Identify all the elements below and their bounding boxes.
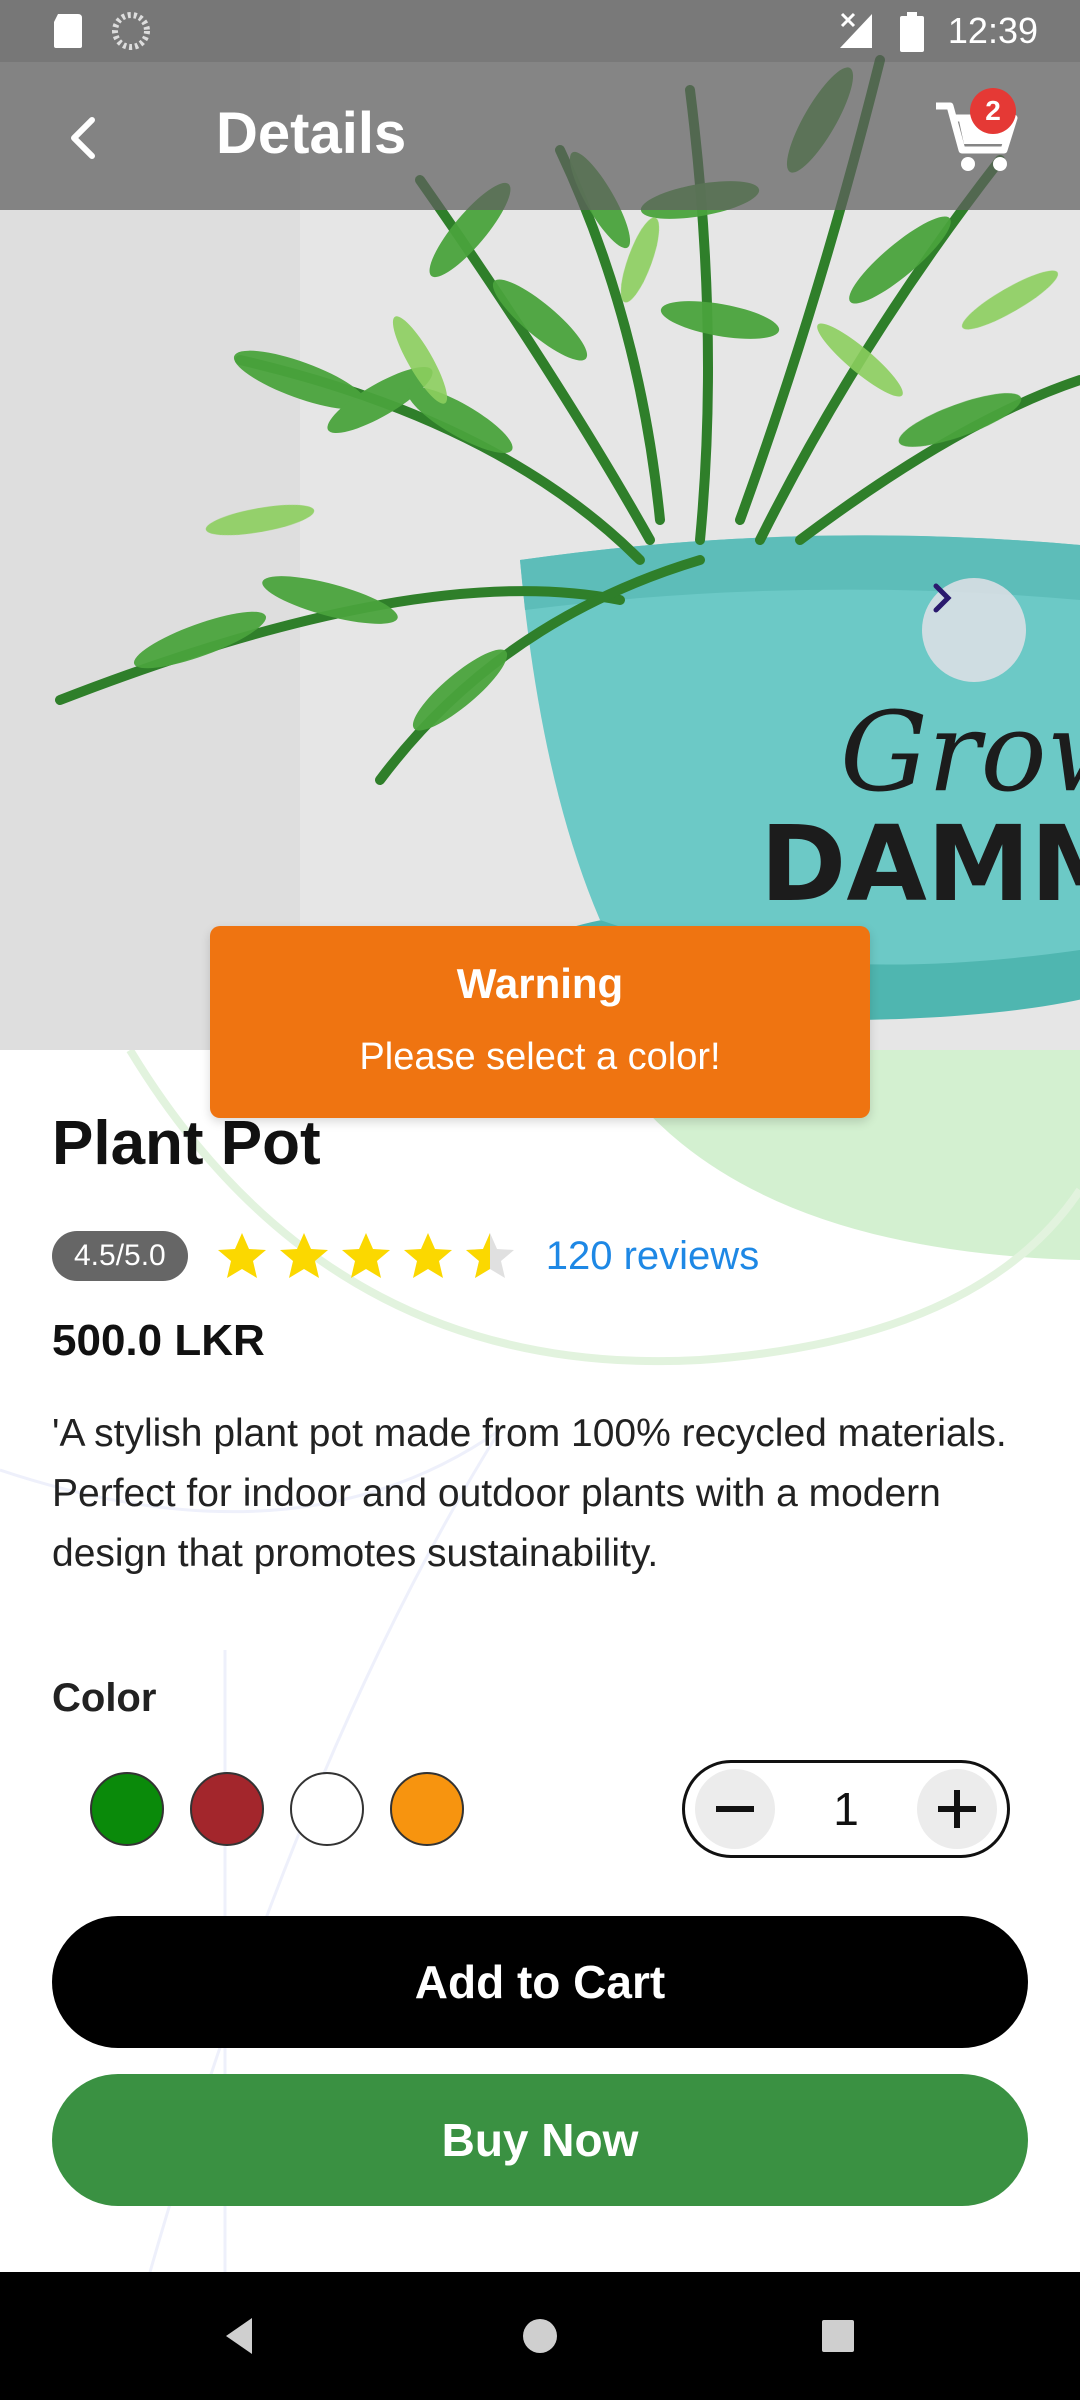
svg-text:Grow: Grow xyxy=(840,688,1080,816)
increase-quantity-button[interactable] xyxy=(917,1769,997,1849)
chevron-right-icon xyxy=(933,583,952,613)
status-time: 12:39 xyxy=(947,10,1038,51)
next-image-button[interactable] xyxy=(922,578,1026,682)
plus-icon xyxy=(938,1790,976,1828)
toast-title: Warning xyxy=(456,960,624,1007)
chevron-left-icon xyxy=(71,117,95,159)
minus-icon xyxy=(716,1806,754,1812)
status-bar: 12:39 xyxy=(0,0,1080,62)
color-swatches xyxy=(90,1772,464,1846)
star-full-icon xyxy=(403,1233,452,1278)
home-circle-icon[interactable] xyxy=(514,2310,566,2362)
color-swatch-white[interactable] xyxy=(290,1772,364,1846)
star-full-icon xyxy=(279,1233,328,1278)
quantity-stepper: 1 xyxy=(682,1760,1010,1858)
sd-card-icon xyxy=(54,14,82,48)
svg-text:DAMMIT: DAMMIT xyxy=(760,803,1080,925)
sync-icon xyxy=(112,12,150,50)
product-description: 'A stylish plant pot made from 100% recy… xyxy=(52,1412,1007,1575)
decrease-quantity-button[interactable] xyxy=(695,1769,775,1849)
color-swatch-red[interactable] xyxy=(190,1772,264,1846)
toast-message: Please select a color! xyxy=(359,1036,721,1078)
reviews-link[interactable]: 120 reviews xyxy=(546,1234,759,1279)
star-half-icon xyxy=(465,1233,514,1278)
buy-now-button[interactable]: Buy Now xyxy=(52,2074,1028,2206)
rating-row: 4.5/5.0 120 reviews xyxy=(52,1226,759,1286)
product-title: Plant Pot xyxy=(52,1109,321,1178)
page-title: Details xyxy=(216,101,407,166)
no-signal-icon xyxy=(840,12,872,48)
product-price: 500.0 LKR xyxy=(52,1316,265,1365)
app-bar: Details 2 xyxy=(0,62,1080,210)
star-full-icon xyxy=(341,1233,390,1278)
color-label: Color xyxy=(52,1676,157,1720)
cart-count-badge: 2 xyxy=(970,88,1016,134)
color-swatch-orange[interactable] xyxy=(390,1772,464,1846)
system-nav-bar xyxy=(0,2272,1080,2400)
rating-chip: 4.5/5.0 xyxy=(52,1231,188,1281)
color-swatch-green[interactable] xyxy=(90,1772,164,1846)
battery-icon xyxy=(900,12,924,52)
recents-square-icon[interactable] xyxy=(812,2310,864,2362)
back-triangle-icon[interactable] xyxy=(214,2310,266,2362)
add-to-cart-button[interactable]: Add to Cart xyxy=(52,1916,1028,2048)
star-full-icon xyxy=(217,1233,266,1278)
back-button[interactable] xyxy=(52,106,116,170)
quantity-value: 1 xyxy=(833,1783,859,1835)
warning-toast: Warning Please select a color! xyxy=(210,926,870,1118)
rating-stars xyxy=(216,1230,516,1282)
